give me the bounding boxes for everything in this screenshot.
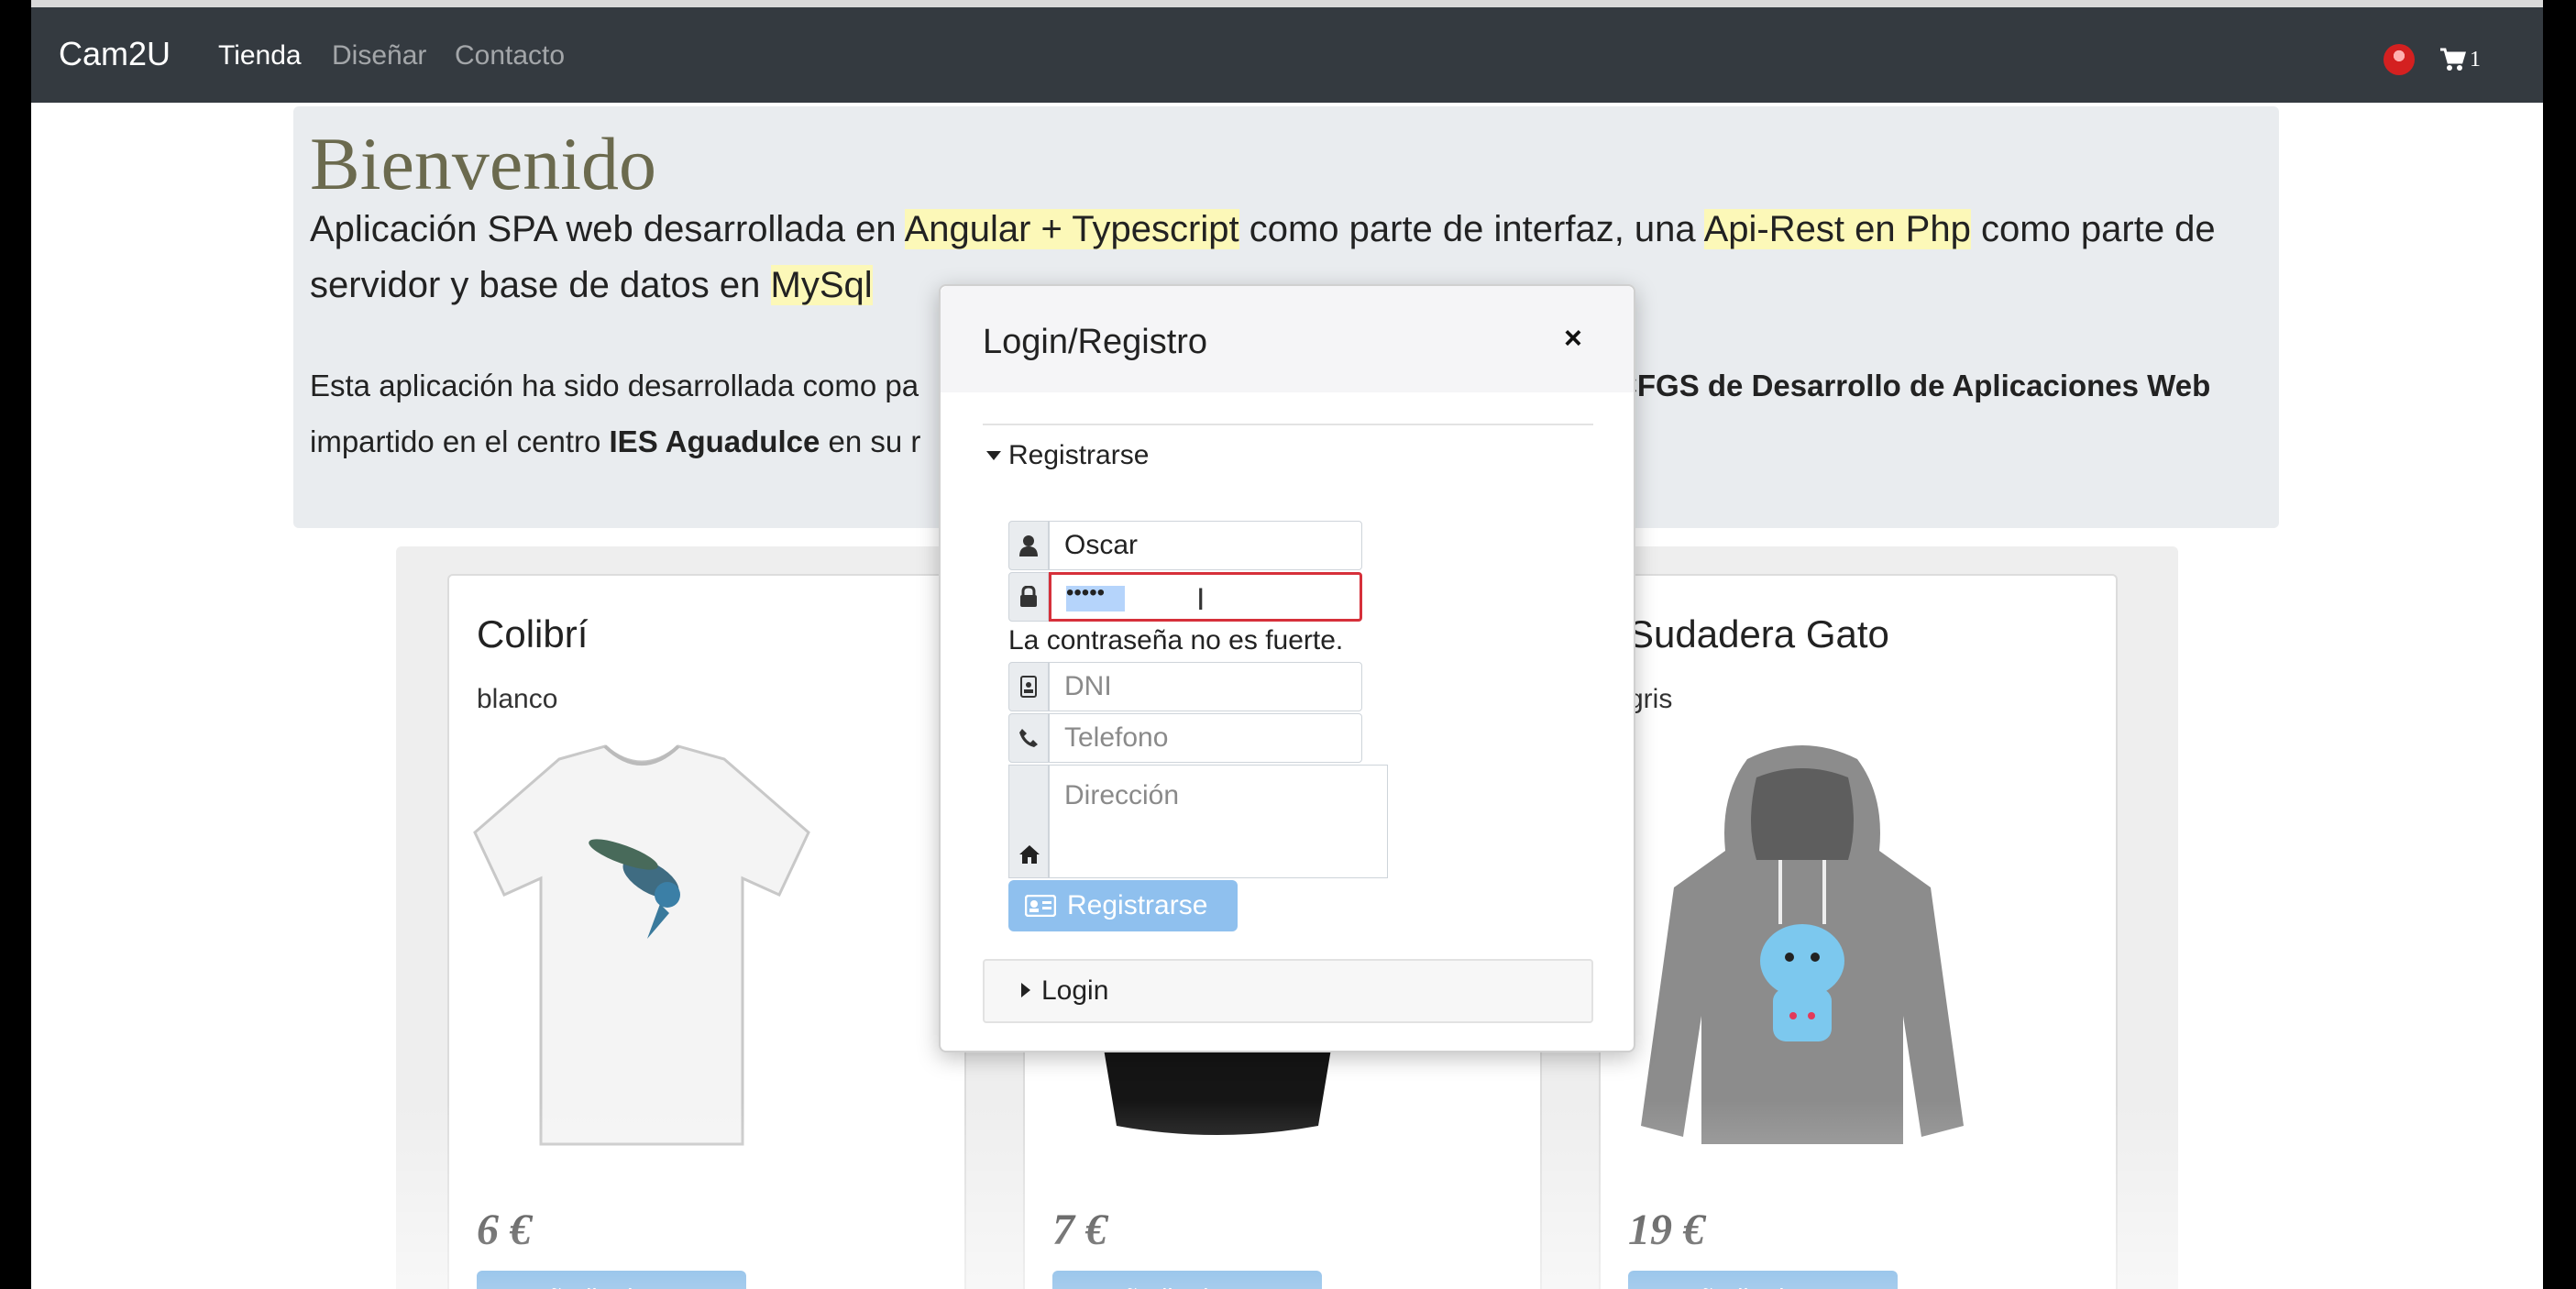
login-section-toggle[interactable]: Login (983, 959, 1593, 1023)
detail-school: IES Aguadulce (609, 424, 820, 458)
register-section-label: Registrarse (1008, 440, 1150, 470)
shopping-cart-icon[interactable] (2438, 46, 2466, 73)
address-group (1008, 765, 1388, 878)
welcome-title: Bienvenido (310, 122, 657, 205)
caret-right-icon (1021, 983, 1030, 997)
text-cursor-icon: I (1196, 582, 1205, 617)
detail-text: Esta aplicación ha sido desarrollada com… (310, 369, 919, 402)
username-input[interactable] (1049, 521, 1362, 570)
nav-link-tienda[interactable]: Tienda (218, 40, 302, 72)
add-to-cart-button[interactable]: Añadir al carro (477, 1271, 746, 1289)
dni-input[interactable] (1049, 662, 1362, 711)
product-price: 6 € (477, 1206, 532, 1254)
page: Cam2U Tienda Diseñar Contacto 1 Bienveni… (31, 0, 2543, 1289)
password-dots: ••••• (1066, 580, 1106, 605)
product-price: 19 € (1628, 1206, 1705, 1254)
navbar: Cam2U Tienda Diseñar Contacto 1 (31, 0, 2543, 103)
nav-link-disenar[interactable]: Diseñar (332, 40, 426, 72)
phone-input[interactable] (1049, 713, 1362, 763)
product-color: blanco (477, 684, 558, 714)
add-to-cart-button[interactable]: Añadir al carro (1052, 1271, 1322, 1289)
detail-course: CFGS de Desarrollo de Aplicaciones Web (1615, 369, 2211, 402)
login-register-modal: Login/Registro × Registrarse ••••• I La … (939, 284, 1635, 1052)
nav-link-contacto[interactable]: Contacto (455, 40, 565, 72)
intro-text: como parte de interfaz, una (1238, 209, 1704, 249)
product-card: Colibrí blanco 6 € Añadir al carro (447, 574, 966, 1289)
brand-logo[interactable]: Cam2U (59, 35, 171, 73)
address-card-icon (1025, 895, 1056, 917)
modal-header: Login/Registro × (941, 286, 1634, 392)
divider (983, 424, 1593, 425)
address-textarea[interactable] (1049, 765, 1388, 878)
register-button-label: Registrarse (1067, 890, 1208, 920)
caret-down-icon (986, 451, 1001, 460)
cart-count[interactable]: 1 (2470, 48, 2481, 72)
add-to-cart-button[interactable]: Añadir al carro (1628, 1271, 1898, 1289)
user-icon[interactable] (2383, 44, 2415, 75)
highlight-angular: Angular + Typescript (904, 209, 1239, 249)
register-section-toggle[interactable]: Registrarse (986, 440, 1150, 471)
highlight-mysql: MySql (770, 265, 873, 305)
detail-text: en su r (820, 424, 921, 458)
product-card: Sudadera Gato gris 19 € Añadir al carro (1599, 574, 2118, 1289)
address-wrap (1008, 765, 1388, 878)
home-icon (1019, 845, 1040, 864)
detail-text: impartido en el centro (310, 424, 610, 458)
close-icon[interactable]: × (1564, 321, 1582, 357)
password-input[interactable]: ••••• I (1049, 572, 1362, 622)
product-title: Colibrí (477, 612, 589, 656)
modal-title: Login/Registro (983, 323, 1208, 361)
lock-icon (1008, 572, 1049, 622)
register-button[interactable]: Registrarse (1008, 880, 1238, 931)
password-warning: La contraseña no es fuerte. (1008, 625, 1344, 656)
login-section-header: Login (1021, 975, 1109, 1007)
product-title: Sudadera Gato (1628, 612, 1889, 656)
login-section-label: Login (1041, 975, 1109, 1006)
hoodie-image (1641, 745, 1964, 1144)
home-icon-addon (1008, 765, 1049, 878)
phone-icon (1008, 713, 1049, 763)
product-price: 7 € (1052, 1206, 1107, 1254)
intro-text: Aplicación SPA web desarrollada en (310, 209, 905, 249)
user-icon (1008, 521, 1049, 570)
tshirt-image (473, 744, 810, 1146)
id-card-icon (1008, 662, 1049, 711)
highlight-api: Api-Rest en Php (1703, 209, 1971, 249)
